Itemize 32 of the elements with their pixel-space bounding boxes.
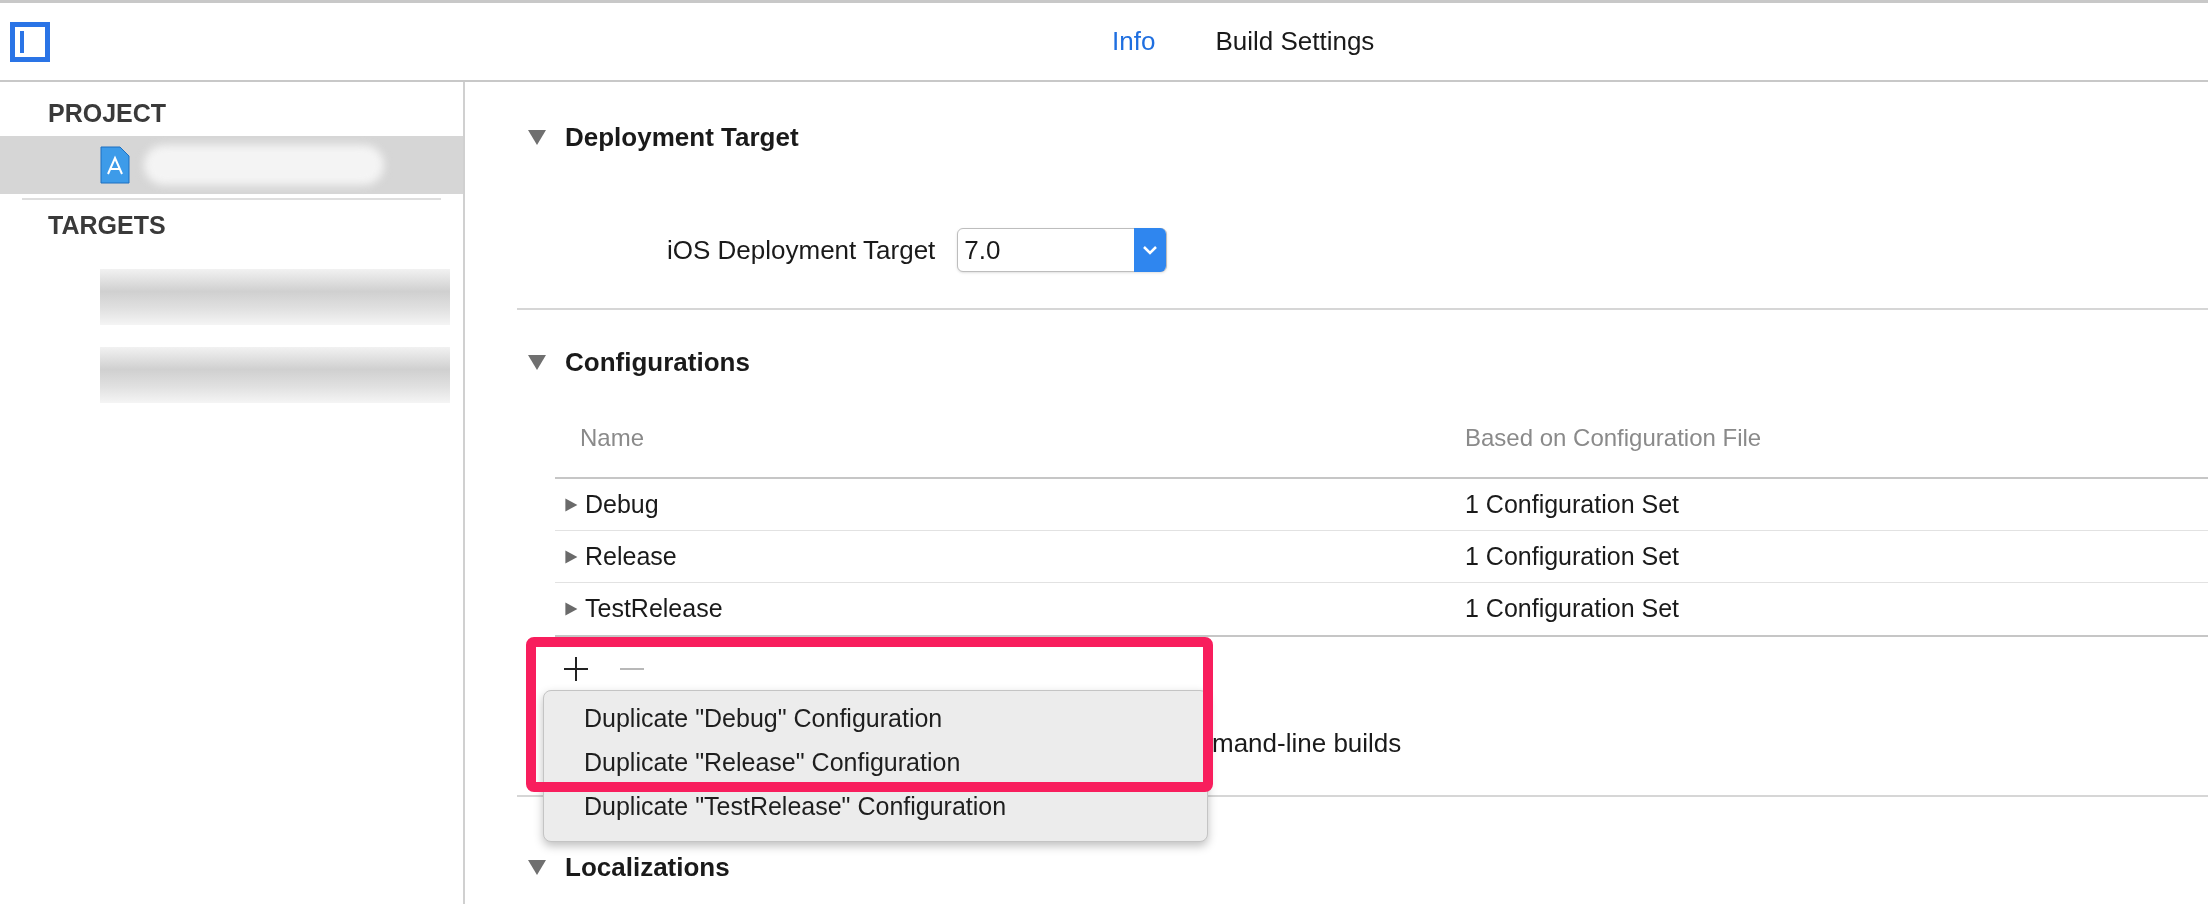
section-heading: PROJECT — [47, 98, 168, 130]
configuration-name: TestRelease — [585, 593, 723, 625]
table-cell-text: 1 Configuration Set — [1465, 540, 1680, 572]
configuration-name: Release — [585, 540, 677, 572]
section-title: Localizations — [565, 850, 730, 884]
sidebar-toggle-icon[interactable] — [10, 22, 50, 62]
table-cell-text: 1 Configuration Set — [1465, 488, 1680, 520]
column-header: Based on Configuration File — [1465, 422, 1762, 453]
project-file-icon — [100, 146, 130, 184]
disclosure-triangle-icon[interactable] — [527, 127, 547, 147]
version-dropdown[interactable]: 7.0 — [957, 228, 1168, 272]
disclosure-triangle-icon[interactable] — [563, 496, 579, 513]
disclosure-triangle-icon[interactable] — [527, 857, 547, 877]
menu-item[interactable]: Duplicate "TestRelease" Configuration — [544, 785, 1207, 829]
tab[interactable]: Build Settings — [1215, 22, 1375, 61]
chevron-down-icon — [1142, 245, 1159, 255]
section-title: Deployment Target — [565, 120, 799, 154]
menu-item[interactable]: Duplicate "Debug" Configuration — [544, 697, 1207, 741]
configuration-name: Debug — [585, 488, 659, 520]
disclosure-triangle-icon[interactable] — [563, 601, 579, 617]
column-header: Name — [579, 422, 646, 453]
field-label: iOS Deployment Target — [667, 233, 936, 267]
menu-item[interactable]: Duplicate "Release" Configuration — [544, 741, 1207, 785]
tab[interactable]: Info — [1112, 22, 1156, 61]
disclosure-triangle-icon[interactable] — [563, 548, 579, 565]
disclosure-triangle-icon[interactable] — [527, 352, 547, 372]
sidebar-item[interactable] — [0, 136, 463, 194]
section-heading: TARGETS — [47, 210, 167, 242]
table-cell-text: 1 Configuration Set — [1465, 593, 1680, 625]
section-title: Configurations — [565, 345, 750, 379]
setting-label: mand-line builds — [1212, 726, 1402, 760]
add-icon[interactable] — [563, 655, 589, 682]
